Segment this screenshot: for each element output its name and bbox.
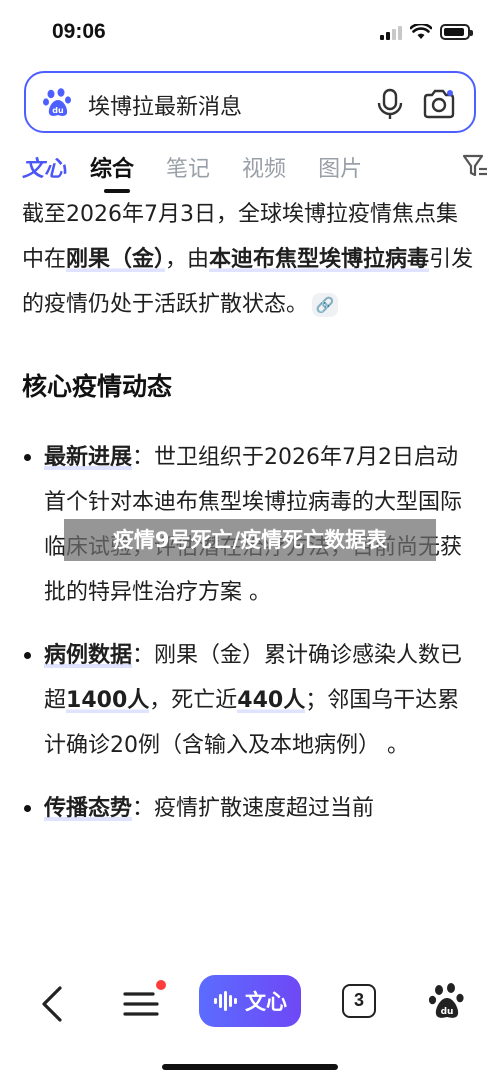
baidu-paw-icon: du: [43, 88, 71, 116]
tab-images[interactable]: 图片: [318, 151, 362, 183]
tab-wenxin[interactable]: 文心: [22, 151, 66, 183]
bullet-number: 1400人: [66, 688, 150, 713]
bullet-item: 传播态势：疫情扩散速度超过当前: [22, 786, 478, 831]
bullet-key: 最新进展: [44, 445, 133, 470]
voice-wave-icon: [214, 991, 237, 1011]
tab-notes[interactable]: 笔记: [166, 151, 210, 183]
back-arrow-icon[interactable]: [38, 984, 68, 1024]
intro-paragraph: 截至2026年7月3日，全球埃博拉疫情焦点集中在刚果（金），由本迪布焦型埃博拉病…: [22, 192, 478, 327]
bullet-text: ，死亡近: [149, 688, 238, 713]
status-time: 09:06: [52, 20, 106, 43]
tab-comprehensive[interactable]: 综合: [90, 151, 134, 193]
wenxin-button[interactable]: 文心: [199, 975, 301, 1027]
bullet-key: 传播态势: [44, 796, 133, 821]
bullet-number: 440人: [237, 688, 306, 713]
bullet-key: 病例数据: [44, 643, 133, 668]
status-bar: 09:06: [0, 0, 500, 64]
bullet-text: ：疫情扩散速度超过当前: [132, 796, 375, 821]
overlay-banner: 疫情9号死亡/疫情死亡数据表: [64, 519, 436, 561]
wifi-icon: [410, 24, 432, 39]
search-input[interactable]: 埃博拉最新消息: [88, 89, 242, 121]
intro-keyword-country: 刚果（金）: [66, 247, 166, 272]
tab-videos[interactable]: 视频: [242, 151, 286, 183]
intro-text: ，由: [165, 247, 210, 272]
status-icons: [380, 24, 473, 40]
result-tabs: 文心 综合 笔记 视频 图片: [22, 145, 492, 193]
link-icon[interactable]: 🔗: [312, 293, 339, 317]
section-title: 核心疫情动态: [22, 372, 173, 401]
tab-count-button[interactable]: 3: [342, 984, 376, 1018]
microphone-icon[interactable]: [376, 88, 404, 120]
battery-icon: [440, 24, 473, 40]
home-indicator: [162, 1064, 338, 1070]
notification-dot: [156, 980, 166, 990]
baidu-home-icon[interactable]: du: [428, 982, 466, 1022]
menu-icon[interactable]: [123, 986, 163, 1022]
svg-text:du: du: [52, 106, 64, 115]
svg-text:du: du: [441, 1007, 454, 1017]
bullet-item: 病例数据：刚果（金）累计确诊感染人数已超1400人，死亡近440人；邻国乌干达累…: [22, 633, 478, 768]
cellular-signal-icon: [380, 24, 402, 40]
intro-keyword-virus: 本迪布焦型埃博拉病毒: [209, 247, 430, 272]
search-bar[interactable]: du 埃博拉最新消息: [24, 71, 476, 133]
camera-search-icon[interactable]: [422, 88, 456, 120]
wenxin-label: 文心: [245, 990, 287, 1014]
answer-content: 截至2026年7月3日，全球埃博拉疫情焦点集中在刚果（金），由本迪布焦型埃博拉病…: [22, 192, 478, 964]
filter-icon[interactable]: [462, 153, 488, 179]
